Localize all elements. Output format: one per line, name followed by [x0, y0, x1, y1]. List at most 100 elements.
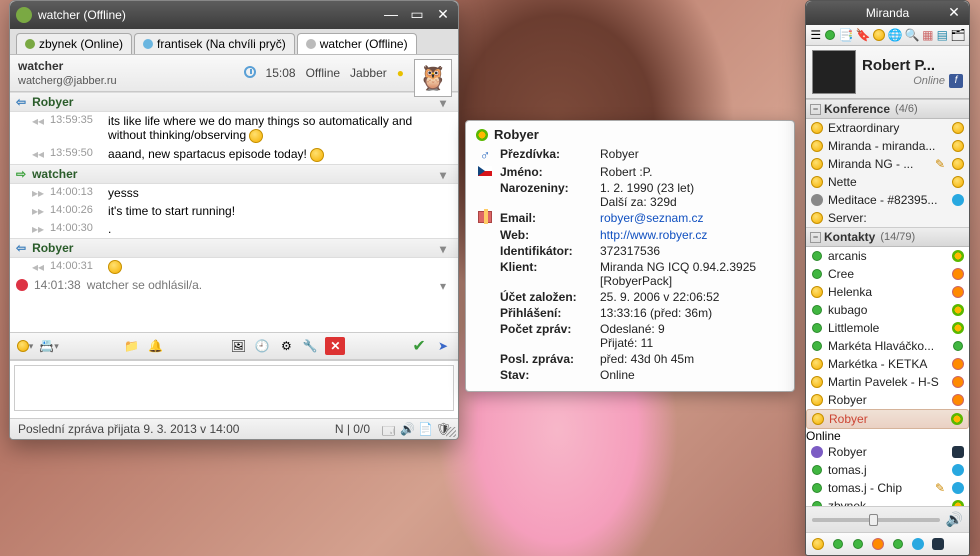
contact-name: Robyer: [828, 393, 947, 407]
proto-status-icon[interactable]: [850, 536, 866, 552]
outgoing-icon: [16, 167, 28, 181]
list-item[interactable]: Meditace - #82395...: [806, 191, 969, 209]
addressbook-button[interactable]: 📇▾: [40, 337, 58, 355]
list-item[interactable]: Miranda NG - ...✎: [806, 155, 969, 173]
volume-icon[interactable]: 🔊: [946, 511, 963, 528]
group-header-kontakty[interactable]: − Kontakty (14/79): [806, 227, 969, 247]
list-item[interactable]: Markéta Hlaváčko...: [806, 337, 969, 355]
tool-button[interactable]: [873, 28, 885, 42]
web-link[interactable]: http://www.robyer.cz: [598, 227, 784, 243]
avatar: 🦉: [414, 59, 452, 97]
proto-status-icon[interactable]: [910, 536, 926, 552]
collapse-icon[interactable]: −: [810, 104, 821, 115]
protocol-icon: [952, 194, 964, 206]
tab-zbynek[interactable]: zbynek (Online): [16, 33, 132, 54]
close-button[interactable]: ✕: [434, 7, 452, 23]
message-text: [108, 260, 452, 275]
list-item[interactable]: Martin Pavelek - H-S: [806, 373, 969, 391]
message-area[interactable]: Robyer▾ ◂◂13:59:35its like life where we…: [10, 92, 458, 332]
proto-status-icon[interactable]: [890, 536, 906, 552]
close-button[interactable]: ✕: [945, 5, 963, 21]
tab-watcher[interactable]: watcher (Offline): [297, 33, 417, 54]
resize-grip[interactable]: [446, 427, 456, 437]
settings-button[interactable]: ⚙: [277, 337, 295, 355]
incoming-icon: [16, 241, 28, 255]
format-toolbar: ▾ 📇▾ 📁 🔔 🖼 🕘 ⚙ 🔧 ✕ ✔ ➤: [10, 332, 458, 360]
tool-button[interactable]: ▤: [937, 28, 949, 42]
folder-button[interactable]: 📁: [123, 337, 141, 355]
chat-tabs: zbynek (Online) frantisek (Na chvíli pry…: [10, 29, 458, 55]
close-tab-button[interactable]: ✕: [325, 337, 345, 355]
volume-slider[interactable]: [812, 518, 940, 522]
presence-icon: [811, 376, 823, 388]
protocol-icon: [476, 129, 488, 141]
tool-button[interactable]: 🗂: [951, 28, 965, 42]
list-item[interactable]: Robyer: [806, 391, 969, 409]
list-item[interactable]: Littlemole: [806, 319, 969, 337]
proto-status-icon[interactable]: [870, 536, 886, 552]
contact-name: Miranda NG - ...: [828, 157, 929, 171]
list-item[interactable]: arcanis: [806, 247, 969, 265]
proto-status-icon[interactable]: [930, 536, 946, 552]
emoticon-button[interactable]: ▾: [16, 337, 34, 355]
windows-icon[interactable]: 🗔: [382, 422, 396, 436]
list-item[interactable]: Cree: [806, 265, 969, 283]
chevron-icon: ◂◂: [32, 147, 44, 162]
contact-name: Server:: [828, 211, 947, 225]
message-input[interactable]: [14, 365, 454, 411]
chat-window: watcher (Offline) — ▭ ✕ zbynek (Online) …: [9, 0, 459, 440]
status-button[interactable]: [825, 28, 837, 42]
presence-icon: [143, 39, 153, 49]
log-icon[interactable]: 📄: [418, 422, 432, 436]
proto-status-icon[interactable]: [810, 536, 826, 552]
globe-button[interactable]: 🌐: [888, 28, 902, 42]
list-item[interactable]: Miranda - miranda...: [806, 137, 969, 155]
contact-name: Nette: [828, 175, 947, 189]
chevron-icon: ▸▸: [32, 204, 44, 218]
presence-icon: [25, 39, 35, 49]
contact-name: Robyer: [829, 412, 946, 426]
send-ok-button[interactable]: ✔: [410, 337, 428, 355]
kontakty-list[interactable]: arcanisCreeHelenkakubagoLittlemoleMarkét…: [806, 247, 969, 506]
image-button[interactable]: 🖼: [229, 337, 247, 355]
collapse-icon[interactable]: ▾: [440, 242, 452, 254]
list-item[interactable]: Server:: [806, 209, 969, 227]
search-button[interactable]: 🔍: [905, 28, 919, 42]
email-link[interactable]: robyer@seznam.cz: [598, 210, 784, 227]
sound-icon[interactable]: 🔊: [400, 422, 414, 436]
list-item[interactable]: zbynek: [806, 497, 969, 506]
contact-name: Markétka - KETKA: [828, 357, 947, 371]
tool-button[interactable]: 📑: [839, 28, 853, 42]
list-item[interactable]: Markétka - KETKA: [806, 355, 969, 373]
collapse-icon[interactable]: ▾: [440, 279, 452, 291]
proto-status-icon[interactable]: [830, 536, 846, 552]
timestamp: 14:00:30: [50, 222, 102, 236]
bell-button[interactable]: 🔔: [147, 337, 165, 355]
list-item[interactable]: Robyer: [806, 443, 969, 461]
group-header-konference[interactable]: − Konference (4/6): [806, 99, 969, 119]
tool-button[interactable]: 🔧: [301, 337, 319, 355]
list-item[interactable]: tomas.j - Chip✎: [806, 479, 969, 497]
list-item[interactable]: kubago: [806, 301, 969, 319]
presence-icon: [812, 483, 822, 493]
menu-button[interactable]: ☰: [810, 28, 822, 42]
list-item[interactable]: Helenka: [806, 283, 969, 301]
list-item[interactable]: tomas.j: [806, 461, 969, 479]
list-item[interactable]: Nette: [806, 173, 969, 191]
list-item[interactable]: Extraordinary: [806, 119, 969, 137]
collapse-icon[interactable]: −: [810, 232, 821, 243]
minimize-button[interactable]: —: [382, 7, 400, 23]
contact-name: kubago: [828, 303, 947, 317]
list-item[interactable]: Robyer: [806, 409, 969, 429]
history-button[interactable]: 🕘: [253, 337, 271, 355]
send-button[interactable]: ➤: [434, 337, 452, 355]
tab-frantisek[interactable]: frantisek (Na chvíli pryč): [134, 33, 295, 54]
maximize-button[interactable]: ▭: [408, 7, 426, 23]
collapse-icon[interactable]: ▾: [440, 96, 452, 108]
collapse-icon[interactable]: ▾: [440, 168, 452, 180]
tool-button[interactable]: 🔖: [856, 28, 870, 42]
profile-panel[interactable]: Robert P... Onlinef: [806, 46, 969, 99]
miranda-titlebar[interactable]: Miranda ✕: [806, 1, 969, 25]
chat-titlebar[interactable]: watcher (Offline) — ▭ ✕: [10, 1, 458, 29]
tool-button[interactable]: ▦: [922, 28, 934, 42]
